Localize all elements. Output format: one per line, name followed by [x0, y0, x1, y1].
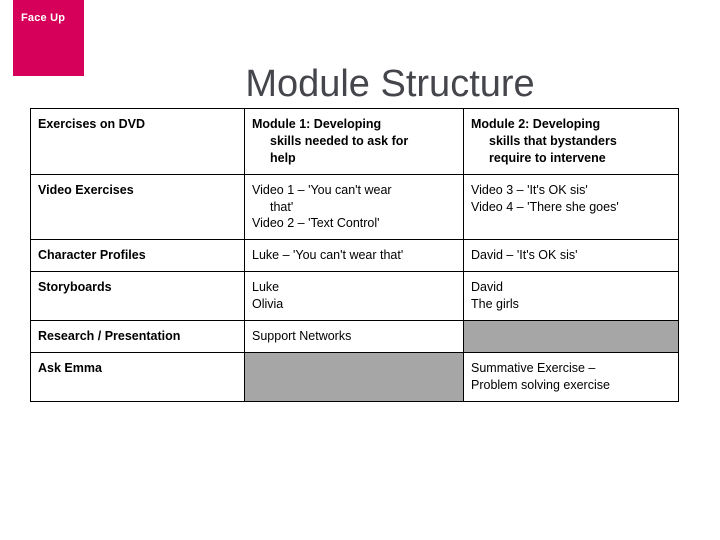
row-label-text: Ask Emma [38, 360, 102, 375]
table-row: Ask Emma Summative Exercise – Problem so… [30, 351, 679, 402]
cell-ask-emma-module-2: Summative Exercise – Problem solving exe… [463, 351, 679, 402]
cell-research-presentation-module-2-shaded [463, 319, 679, 353]
table-row: Research / Presentation Support Networks [30, 319, 679, 353]
row-label-text: Video Exercises [38, 182, 134, 197]
cell-line-2: Video 4 – 'There she goes' [471, 199, 619, 214]
row-label-text: Research / Presentation [38, 328, 181, 343]
row-label-text: Storyboards [38, 280, 112, 295]
cell-line-2: Problem solving exercise [471, 377, 610, 392]
cell-ask-emma-module-1-shaded [244, 351, 464, 402]
cell-storyboards-module-1: Luke Olivia [244, 271, 464, 321]
cell-line-2: The girls [471, 297, 519, 311]
module-structure-table: Exercises on DVD Module 1: Developing sk… [30, 108, 679, 402]
cell-line-2: Olivia [252, 297, 284, 311]
header-module2-line3: require to intervene [489, 150, 606, 165]
table-row: Video Exercises Video 1 – 'You can't wea… [30, 173, 679, 241]
cell-research-presentation-module-1: Support Networks [244, 319, 464, 353]
row-label-character-profiles: Character Profiles [30, 239, 245, 273]
row-label-text: Character Profiles [38, 248, 146, 263]
header-module2-line2: skills that bystanders [489, 133, 617, 148]
cell-line-1: Summative Exercise – [471, 360, 596, 375]
cell-line-1: Video 3 – 'It's OK sis' [471, 182, 588, 197]
cell-line-1: Support Networks [252, 328, 352, 343]
cell-character-profiles-module-1: Luke – 'You can't wear that' [244, 239, 464, 273]
header-module1-line1: Module 1: Developing [252, 117, 382, 131]
header-module1-line3: help [270, 150, 296, 165]
table-row: Character Profiles Luke – 'You can't wea… [30, 239, 679, 273]
header-cell-module-1: Module 1: Developing skills needed to as… [244, 108, 464, 175]
cell-line-1: Luke [252, 280, 280, 295]
header-cell-module-2: Module 2: Developing skills that bystand… [463, 108, 679, 175]
cell-line-1: Luke – 'You can't wear that' [252, 248, 404, 263]
cell-line-2: that' [270, 199, 294, 214]
cell-line-1: David [471, 280, 503, 295]
cell-video-exercises-module-2: Video 3 – 'It's OK sis' Video 4 – 'There… [463, 173, 679, 241]
cell-character-profiles-module-2: David – 'It's OK sis' [463, 239, 679, 273]
cell-line-1: David – 'It's OK sis' [471, 248, 578, 263]
cell-video-exercises-module-1: Video 1 – 'You can't wear that' Video 2 … [244, 173, 464, 241]
row-label-ask-emma: Ask Emma [30, 351, 245, 402]
cell-line-3: Video 2 – 'Text Control' [252, 216, 380, 231]
page-title: Module Structure [245, 63, 535, 106]
header-module2-line1: Module 2: Developing [471, 117, 601, 131]
header-cell-exercises: Exercises on DVD [30, 108, 245, 175]
header-exercises-label: Exercises on DVD [38, 117, 145, 131]
row-label-research-presentation: Research / Presentation [30, 319, 245, 353]
table-header-row: Exercises on DVD Module 1: Developing sk… [30, 108, 679, 175]
face-up-logo: Face Up [13, 0, 84, 76]
cell-line-1: Video 1 – 'You can't wear [252, 182, 392, 197]
logo-text: Face Up [21, 12, 66, 24]
cell-storyboards-module-2: David The girls [463, 271, 679, 321]
row-label-storyboards: Storyboards [30, 271, 245, 321]
table-row: Storyboards Luke Olivia David The girls [30, 271, 679, 321]
header-module1-line2: skills needed to ask for [270, 133, 409, 148]
row-label-video-exercises: Video Exercises [30, 173, 245, 241]
